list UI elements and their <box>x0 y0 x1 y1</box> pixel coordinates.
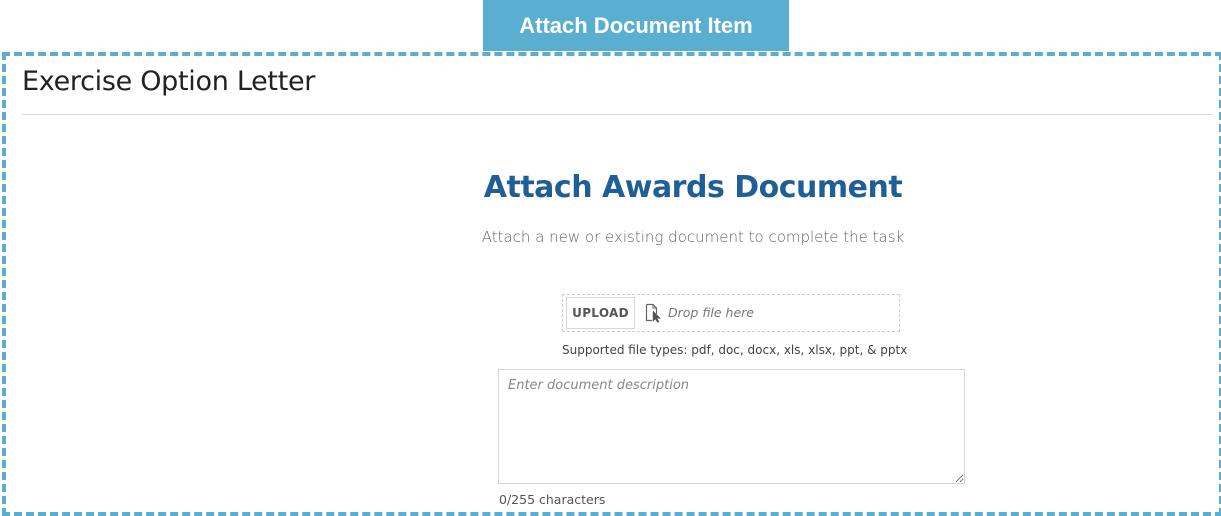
attach-subtitle: Attach a new or existing document to com… <box>481 228 905 246</box>
upload-button[interactable]: UPLOAD <box>566 297 635 329</box>
character-count: 0/255 characters <box>499 492 606 507</box>
file-dropzone[interactable]: UPLOAD Drop file here <box>562 294 900 332</box>
supported-file-types: Supported file types: pdf, doc, docx, xl… <box>562 343 908 357</box>
title-divider <box>22 114 1212 115</box>
attach-heading: Attach Awards Document <box>483 170 903 205</box>
attach-document-item-banner: Attach Document Item <box>483 0 789 51</box>
page-title: Exercise Option Letter <box>22 66 316 97</box>
drop-file-text: Drop file here <box>668 305 754 320</box>
document-description-input[interactable] <box>498 369 965 484</box>
file-drop-cursor-icon <box>645 303 663 323</box>
